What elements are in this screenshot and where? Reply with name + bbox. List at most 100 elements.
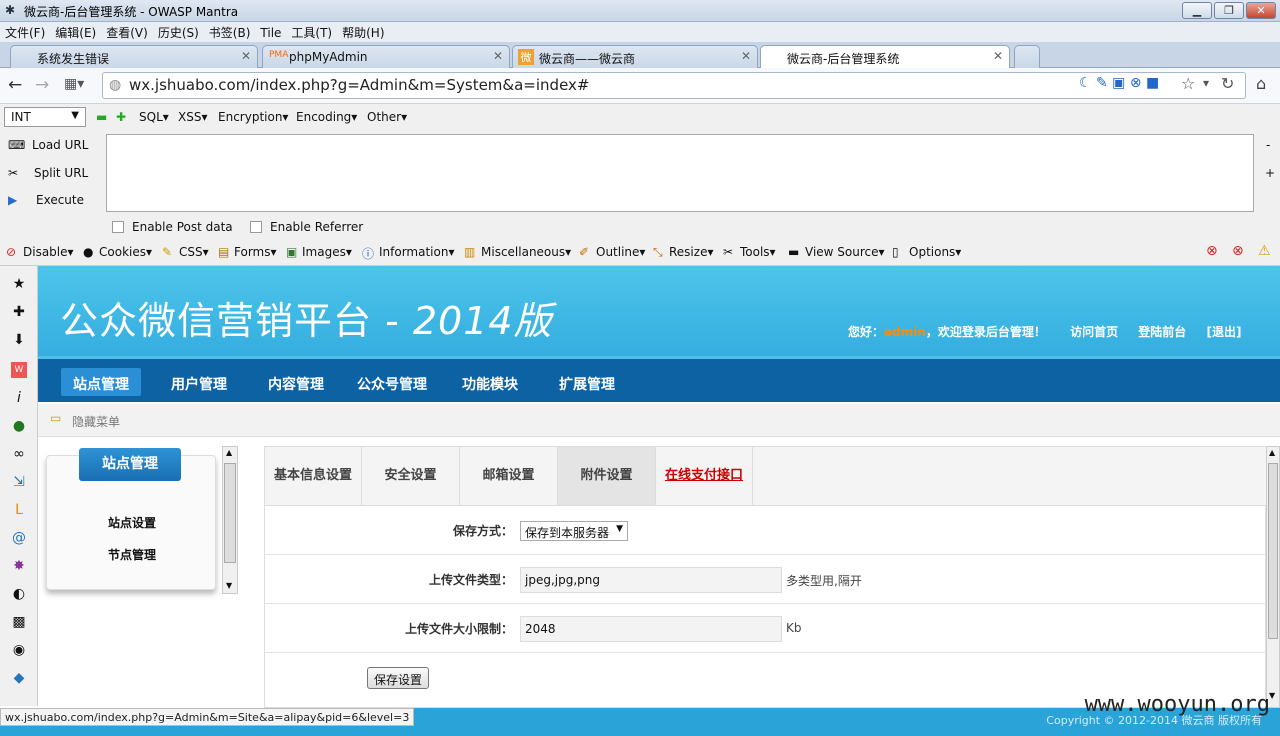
binoculars-icon[interactable]: ∞ (11, 446, 27, 462)
new-tab-button[interactable] (1014, 45, 1040, 69)
collapse-icon[interactable]: - (1266, 138, 1270, 152)
qr-icon[interactable]: ▩ (11, 614, 27, 630)
hackbar-url-textarea[interactable] (106, 134, 1254, 212)
weibo-icon[interactable]: W (11, 362, 27, 378)
encoding-menu[interactable]: Encoding▾ (296, 110, 357, 124)
close-tab-icon[interactable]: ✕ (493, 49, 503, 63)
encryption-menu[interactable]: Encryption▾ (218, 110, 288, 124)
close-tab-icon[interactable]: ✕ (241, 49, 251, 63)
nav-extension-management[interactable]: 扩展管理 (547, 368, 627, 396)
l-icon[interactable]: L (11, 502, 27, 518)
forward-icon[interactable]: → (35, 75, 49, 95)
back-icon[interactable]: ← (8, 75, 22, 95)
left-scrollbar[interactable]: ▲ ▼ (222, 446, 238, 594)
download-icon[interactable]: ⬇ (11, 332, 27, 348)
nav-public-account[interactable]: 公众号管理 (345, 368, 439, 396)
information-menu[interactable]: Information▾ (379, 245, 455, 259)
reload-icon[interactable]: ↻ (1221, 74, 1234, 93)
grid-icon[interactable]: ▦▾ (64, 76, 84, 92)
tab-online-payment[interactable]: 在线支付接口 (656, 447, 753, 505)
puzzle-icon[interactable]: ✚ (11, 304, 27, 320)
browser-tab-phpmyadmin[interactable]: PMA phpMyAdmin ✕ (262, 45, 510, 69)
split-url-button[interactable]: Split URL (34, 166, 88, 180)
left-menu-node-management[interactable]: 节点管理 (47, 546, 217, 563)
nav-function-modules[interactable]: 功能模块 (450, 368, 530, 396)
scroll-down-icon[interactable]: ▼ (226, 581, 232, 590)
execute-button[interactable]: Execute (36, 193, 84, 207)
error-icon-2[interactable]: ⊗ (1232, 243, 1244, 259)
cookies-menu[interactable]: Cookies▾ (99, 245, 152, 259)
green-circle-icon[interactable]: ● (11, 418, 27, 434)
save-settings-button[interactable]: 保存设置 (367, 667, 430, 689)
menu-view[interactable]: 查看(V) (101, 22, 153, 43)
menu-bookmarks[interactable]: 书签(B) (204, 22, 256, 43)
expand-icon[interactable]: + (1265, 166, 1275, 180)
visit-home-link[interactable]: 访问首页 (1070, 325, 1118, 339)
resize-menu[interactable]: Resize▾ (669, 245, 713, 259)
front-login-link[interactable]: 登陆前台 (1138, 325, 1186, 339)
browser-tab-weiyunshang[interactable]: 微微云商——微云商 ✕ (512, 45, 758, 69)
scroll-thumb[interactable] (224, 463, 236, 563)
close-tab-icon[interactable]: ✕ (993, 49, 1003, 63)
logout-link[interactable]: [退出] (1206, 325, 1241, 339)
file-type-input[interactable]: jpeg,jpg,png (520, 567, 782, 593)
dropdown-arrow-icon[interactable]: ▾ (1203, 76, 1209, 90)
extension-icons[interactable]: ☾ ✎ ▣ ⊗ ■ (1079, 75, 1159, 91)
tab-email[interactable]: 邮箱设置 (460, 447, 558, 505)
error-icon[interactable]: ⊗ (1206, 243, 1218, 259)
forms-menu[interactable]: Forms▾ (234, 245, 277, 259)
scroll-up-icon[interactable]: ▲ (226, 448, 232, 457)
scroll-up-icon[interactable]: ▲ (1269, 448, 1275, 457)
left-menu-header[interactable]: 站点管理 (79, 448, 181, 481)
plus-icon[interactable]: ✚ (116, 110, 126, 124)
scroll-thumb[interactable] (1268, 463, 1278, 639)
nav-user-management[interactable]: 用户管理 (159, 368, 239, 396)
tab-attachment[interactable]: 附件设置 (558, 447, 656, 505)
palette-icon[interactable]: ◐ (11, 586, 27, 602)
disable-menu[interactable]: Disable▾ (23, 245, 74, 259)
menu-tile[interactable]: Tile (255, 24, 286, 42)
star-icon[interactable]: ★ (11, 276, 27, 292)
outline-menu[interactable]: Outline▾ (596, 245, 645, 259)
css-menu[interactable]: CSS▾ (179, 245, 209, 259)
minus-icon[interactable]: ▬ (96, 110, 107, 124)
close-tab-icon[interactable]: ✕ (741, 49, 751, 63)
miscellaneous-menu[interactable]: Miscellaneous▾ (481, 245, 571, 259)
minimize-button[interactable]: ▁ (1182, 2, 1212, 19)
menu-edit[interactable]: 编辑(E) (50, 22, 101, 43)
nav-content-management[interactable]: 内容管理 (256, 368, 336, 396)
tools-menu[interactable]: Tools▾ (740, 245, 776, 259)
info-icon[interactable]: i (11, 390, 27, 406)
content-scrollbar[interactable]: ▲ ▼ (1266, 446, 1280, 708)
file-size-input[interactable]: 2048 (520, 616, 782, 642)
hide-menu-link[interactable]: 隐藏菜单 (72, 413, 120, 430)
globe-tool-icon[interactable]: ◉ (11, 642, 27, 658)
menu-file[interactable]: 文件(F) (0, 22, 50, 43)
other-menu[interactable]: Other▾ (367, 110, 407, 124)
storage-select[interactable]: 保存到本服务器 ▼ (520, 521, 628, 541)
images-menu[interactable]: Images▾ (302, 245, 352, 259)
tab-basic-info[interactable]: 基本信息设置 (265, 447, 362, 505)
maximize-button[interactable]: ❐ (1214, 2, 1244, 19)
hackbar-type-select[interactable]: INT ▼ (4, 107, 86, 127)
enable-referrer-checkbox[interactable]: Enable Referrer (250, 220, 363, 234)
swirl-icon[interactable]: @ (11, 530, 27, 546)
nav-site-management[interactable]: 站点管理 (61, 368, 141, 396)
bookmark-star-icon[interactable]: ☆ (1181, 74, 1195, 93)
xss-menu[interactable]: XSS▾ (178, 110, 207, 124)
tab-security[interactable]: 安全设置 (362, 447, 460, 505)
cursor-icon[interactable]: ⇲ (11, 474, 27, 490)
diamond-icon[interactable]: ◆ (11, 670, 27, 686)
sql-menu[interactable]: SQL▾ (139, 110, 169, 124)
load-url-button[interactable]: Load URL (32, 138, 88, 152)
home-icon[interactable]: ⌂ (1256, 74, 1266, 93)
menu-help[interactable]: 帮助(H) (337, 22, 389, 43)
options-menu[interactable]: Options▾ (909, 245, 961, 259)
view-source-menu[interactable]: View Source▾ (805, 245, 885, 259)
menu-history[interactable]: 历史(S) (153, 22, 204, 43)
enable-post-checkbox[interactable]: Enable Post data (112, 220, 233, 234)
menu-tools[interactable]: 工具(T) (286, 22, 337, 43)
close-window-button[interactable]: ✕ (1246, 2, 1276, 19)
bug-icon[interactable]: ✸ (11, 558, 27, 574)
browser-tab-error[interactable]: 系统发生错误 ✕ (10, 45, 258, 69)
